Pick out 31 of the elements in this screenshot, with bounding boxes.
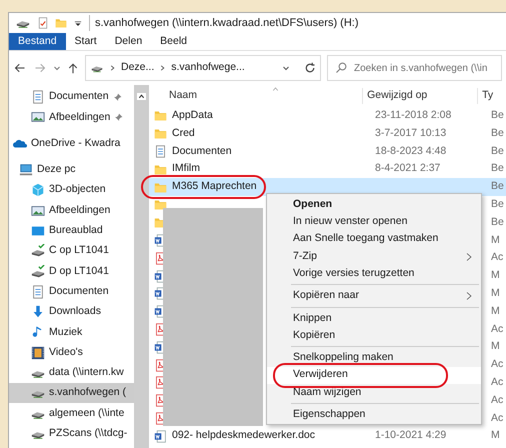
file-type: Ac [491, 322, 504, 335]
file-type: M [491, 286, 500, 299]
file-type: Be [491, 162, 504, 174]
file-type: Ac [491, 358, 504, 370]
file-type: Ac [491, 412, 504, 424]
file-type: M [491, 269, 500, 282]
window-title: s.vanhofwegen (\\intern.kwadraad.net\DFS\users) (H:) [89, 14, 359, 32]
modified-date: 18-8-2023 4:48 [375, 144, 446, 157]
file-name: M365 Maprechten [172, 179, 257, 194]
file-type: Ac [491, 394, 504, 406]
file-name: IMfilm [172, 161, 200, 176]
file-name: AppData [172, 108, 213, 124]
file-type: M [491, 340, 500, 352]
modified-date: 3-7-2017 10:13 [375, 126, 446, 139]
file-type: Ac [491, 376, 504, 388]
file-name: 092- helpdeskmedewerker.doc [172, 428, 316, 444]
file-type: M [491, 234, 500, 246]
file-name: Cred [172, 126, 195, 141]
modified-date: 8-4-2021 2:37 [375, 162, 440, 174]
file-type: M [491, 429, 500, 442]
file-type: Ac [491, 251, 504, 264]
file-type: Be [491, 180, 504, 192]
file-type: M [491, 304, 500, 317]
file-type: Be [491, 198, 504, 210]
file-type: Be [491, 109, 504, 122]
file-type: Be [491, 126, 504, 139]
modified-date: 1-10-2021 4:29 [375, 429, 446, 442]
file-name: Documenten [172, 144, 232, 159]
file-type: Be [491, 216, 504, 228]
file-type: Be [491, 144, 504, 157]
modified-date: 23-11-2018 2:08 [375, 109, 452, 122]
